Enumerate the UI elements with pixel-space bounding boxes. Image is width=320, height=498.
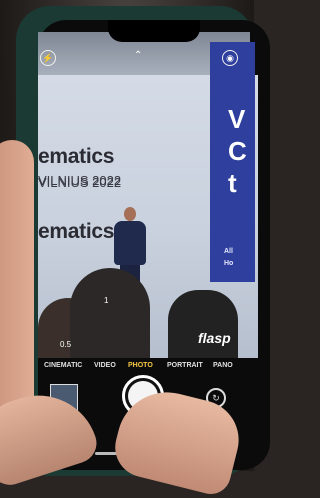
left-finger: [0, 140, 34, 440]
watermark-text: flasp: [198, 330, 231, 346]
blue-letter-3: t: [228, 168, 237, 198]
mode-portrait[interactable]: PORTRAIT: [167, 362, 203, 369]
speaker-body: [114, 221, 146, 265]
zoom-mark-wide[interactable]: 0.5: [60, 340, 71, 349]
audience-center: [70, 268, 150, 358]
flash-icon[interactable]: ⚡: [40, 50, 56, 66]
audience-right: [168, 290, 238, 358]
blue-small-1: All: [224, 248, 233, 255]
zoom-mark-1x[interactable]: 1: [104, 296, 108, 305]
sign-title: ematics: [38, 220, 115, 243]
chevron-up-icon[interactable]: ⌃: [134, 50, 142, 61]
live-photo-icon[interactable]: ◉: [222, 50, 238, 66]
notch: [108, 20, 200, 42]
sign-title-visible: ematics: [38, 145, 115, 168]
mode-photo[interactable]: PHOTO: [128, 362, 153, 369]
blue-letter-2: C: [228, 136, 247, 166]
mode-cinematic[interactable]: CINEMATIC: [44, 362, 82, 369]
mode-video[interactable]: VIDEO: [94, 362, 116, 369]
blue-letter-1: V: [228, 104, 246, 134]
blue-small-2: Ho: [224, 260, 234, 267]
sign-subtitle-visible: VILNIUS 2022: [38, 173, 122, 188]
speaker-head: [124, 207, 136, 221]
blue-panel: V C t All Ho: [210, 42, 255, 282]
mode-pano[interactable]: PANO: [213, 362, 233, 369]
